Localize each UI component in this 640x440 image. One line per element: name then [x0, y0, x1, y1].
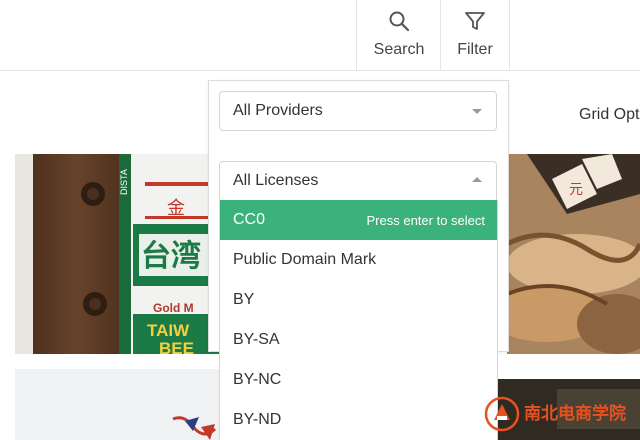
beer-can-image: DISTA 金 台湾 Gold M TAIW BEE — [15, 154, 220, 354]
license-option-by-nd[interactable]: BY-ND — [220, 400, 497, 440]
select-hint: Press enter to select — [366, 213, 486, 228]
filter-label: Filter — [457, 41, 493, 58]
can-text-6: BEE — [159, 339, 194, 354]
license-option-by-nc[interactable]: BY-NC — [220, 360, 497, 400]
provider-select[interactable]: All Providers — [219, 91, 497, 131]
market-image: 元 — [507, 154, 640, 354]
chevron-down-icon — [472, 109, 482, 114]
bird-image — [172, 416, 217, 440]
license-options-list: CC0 Press enter to select Public Domain … — [219, 200, 498, 440]
chevron-up-icon — [472, 177, 482, 182]
search-button[interactable]: Search — [356, 0, 441, 70]
license-option-pdm[interactable]: Public Domain Mark — [220, 240, 497, 280]
can-text-5: TAIW — [147, 321, 190, 340]
license-select-value: All Licenses — [233, 172, 319, 189]
can-text-3: 台湾 — [141, 239, 201, 274]
license-option-by-sa[interactable]: BY-SA — [220, 320, 497, 360]
provider-select-value: All Providers — [233, 102, 323, 119]
license-option-label: BY — [233, 291, 255, 308]
license-option-by[interactable]: BY — [220, 280, 497, 320]
can-text-4: Gold M — [153, 301, 194, 315]
license-option-label: Public Domain Mark — [233, 251, 377, 268]
photo-beer-can[interactable]: DISTA 金 台湾 Gold M TAIW BEE — [15, 154, 220, 354]
funnel-icon — [465, 12, 485, 30]
license-option-label: CC0 — [233, 211, 266, 228]
market-sign-text: 元 — [569, 182, 583, 198]
watermark-logo: 南北电商学院 — [484, 394, 636, 434]
license-option-label: BY-NC — [233, 371, 282, 388]
filter-button[interactable]: Filter — [440, 0, 510, 70]
photo-bottom-left[interactable] — [15, 369, 220, 440]
license-select[interactable]: All Licenses — [219, 161, 497, 201]
can-text-2: 金 — [167, 198, 185, 219]
top-bar: Search Filter — [0, 0, 640, 71]
search-label: Search — [373, 41, 425, 58]
license-option-cc0[interactable]: CC0 Press enter to select — [220, 200, 497, 240]
license-option-label: BY-ND — [233, 411, 282, 428]
search-icon — [389, 11, 410, 32]
photo-market[interactable]: 元 — [507, 154, 640, 354]
grid-options-label[interactable]: Grid Opt — [579, 106, 639, 124]
can-text-1: DISTA — [119, 169, 129, 195]
watermark-emblem-icon: 南北电商学院 — [484, 396, 626, 432]
license-option-label: BY-SA — [233, 331, 280, 348]
watermark-text: 南北电商学院 — [524, 403, 626, 424]
